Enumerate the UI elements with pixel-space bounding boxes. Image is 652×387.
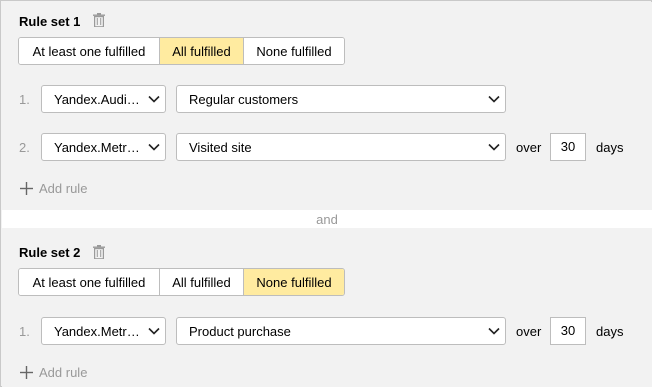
plus-icon: [20, 366, 33, 379]
condition-select-value: Visited site: [189, 139, 252, 155]
chevron-down-icon: [483, 134, 505, 160]
source-select[interactable]: Yandex.Metr…: [41, 317, 166, 345]
source-select[interactable]: Yandex.Metr…: [41, 133, 166, 161]
rule-set-title: Rule set 1: [19, 14, 81, 29]
rule-set-title: Rule set 2: [19, 245, 81, 260]
rule-number: 1.: [19, 92, 30, 107]
segment-none-fulfilled[interactable]: None fulfilled: [244, 269, 344, 295]
rule-set-2: Rule set 2 At least one fulfilled All fu…: [2, 228, 652, 387]
trash-icon[interactable]: [93, 245, 105, 259]
segment-none-fulfilled[interactable]: None fulfilled: [244, 38, 344, 64]
and-label: and: [316, 212, 338, 227]
chevron-down-icon: [143, 134, 165, 160]
condition-select-value: Regular customers: [189, 91, 299, 107]
chevron-down-icon: [143, 318, 165, 344]
segment-at-least-one[interactable]: At least one fulfilled: [19, 269, 160, 295]
rule-number: 1.: [19, 324, 30, 339]
condition-select[interactable]: Regular customers: [176, 85, 506, 113]
source-select-value: Yandex.Metr…: [54, 323, 140, 339]
days-input[interactable]: 30: [550, 133, 586, 161]
condition-select[interactable]: Visited site: [176, 133, 506, 161]
days-label: days: [596, 140, 624, 155]
condition-select-value: Product purchase: [189, 323, 291, 339]
source-select-value: Yandex.Audi…: [54, 91, 140, 107]
condition-select[interactable]: Product purchase: [176, 317, 506, 345]
rule-number: 2.: [19, 140, 30, 155]
plus-icon: [20, 182, 33, 195]
add-rule-label: Add rule: [39, 365, 88, 380]
fulfillment-segmented-control: At least one fulfilled All fulfilled Non…: [18, 37, 345, 65]
rule-set-1: Rule set 1 At least one fulfilled All fu…: [2, 2, 652, 210]
chevron-down-icon: [143, 86, 165, 112]
add-rule-label: Add rule: [39, 181, 88, 196]
segment-at-least-one[interactable]: At least one fulfilled: [19, 38, 160, 64]
over-label: over: [516, 324, 542, 339]
segment-all-fulfilled[interactable]: All fulfilled: [160, 269, 244, 295]
and-separator: and: [2, 210, 652, 228]
add-rule-button[interactable]: Add rule: [20, 181, 87, 196]
add-rule-button[interactable]: Add rule: [20, 365, 87, 380]
over-label: over: [516, 140, 542, 155]
chevron-down-icon: [483, 318, 505, 344]
chevron-down-icon: [483, 86, 505, 112]
source-select[interactable]: Yandex.Audi…: [41, 85, 166, 113]
days-label: days: [596, 324, 624, 339]
days-input[interactable]: 30: [550, 317, 586, 345]
segment-all-fulfilled[interactable]: All fulfilled: [160, 38, 244, 64]
trash-icon[interactable]: [93, 13, 105, 27]
rules-panel: Rule set 1 At least one fulfilled All fu…: [0, 0, 652, 387]
source-select-value: Yandex.Metr…: [54, 139, 140, 155]
fulfillment-segmented-control: At least one fulfilled All fulfilled Non…: [18, 268, 345, 296]
